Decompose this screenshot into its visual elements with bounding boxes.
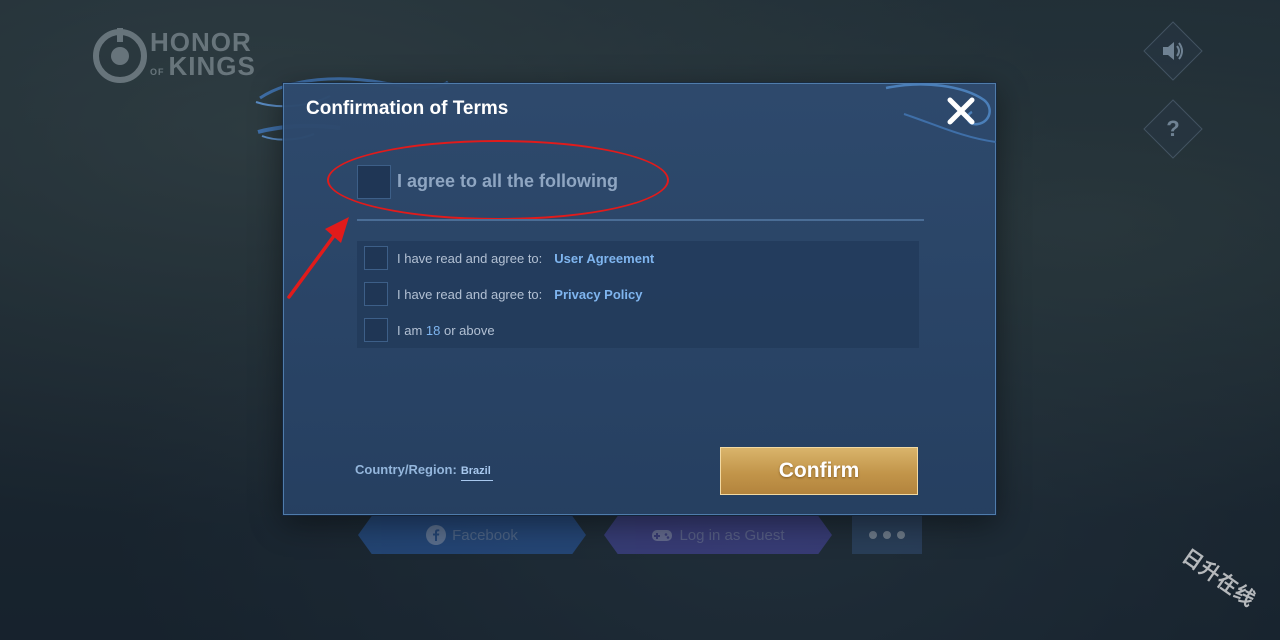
- logo-text: HONOR OF KINGS: [150, 29, 256, 84]
- more-dot: [869, 531, 877, 539]
- user-agreement-checkbox[interactable]: [364, 246, 388, 270]
- term-row-privacy-policy: I have read and agree to: Privacy Policy: [357, 281, 642, 307]
- confirm-label: Confirm: [778, 459, 860, 482]
- close-icon: [947, 97, 975, 125]
- facebook-label: Facebook: [452, 526, 518, 544]
- more-options-button[interactable]: [852, 516, 922, 554]
- close-button[interactable]: [944, 94, 978, 128]
- user-agreement-link[interactable]: User Agreement: [554, 251, 654, 266]
- age-number: 18: [425, 322, 441, 338]
- more-dot: [897, 531, 905, 539]
- terms-dialog: Confirmation of Terms I agree to all the…: [283, 83, 997, 515]
- term-row-age: I am 18 or above: [357, 317, 495, 343]
- dialog-swirl-right-ornament: [885, 83, 997, 143]
- term-prefix: I have read and agree to:: [397, 250, 543, 266]
- terms-list: I have read and agree to: User Agreement…: [357, 241, 919, 348]
- term-row-user-agreement: I have read and agree to: User Agreement: [357, 245, 654, 271]
- guest-label: Log in as Guest: [679, 526, 785, 544]
- privacy-policy-link[interactable]: Privacy Policy: [554, 287, 642, 302]
- logo-emblem-icon: [93, 28, 147, 83]
- age-checkbox[interactable]: [364, 318, 388, 342]
- red-arrow-annotation: [287, 217, 349, 299]
- gamepad-icon: [652, 530, 673, 541]
- logo-of: OF: [150, 67, 165, 77]
- speaker-icon: [1163, 42, 1183, 60]
- facebook-login-button[interactable]: Facebook: [358, 516, 586, 554]
- logo-line2: KINGS: [168, 51, 256, 81]
- facebook-icon: [426, 525, 447, 545]
- country-label: Country/Region:: [355, 462, 457, 477]
- dialog-title: Confirmation of Terms: [306, 98, 509, 119]
- privacy-policy-checkbox[interactable]: [364, 282, 388, 306]
- confirm-button[interactable]: Confirm: [720, 447, 918, 495]
- country-selector[interactable]: Brazil: [460, 465, 493, 481]
- guest-login-button[interactable]: Log in as Guest: [604, 516, 832, 554]
- term-prefix: I have read and agree to:: [397, 286, 543, 302]
- age-after: or above: [440, 322, 495, 338]
- more-dot: [883, 531, 891, 539]
- game-logo: HONOR OF KINGS: [92, 28, 267, 84]
- age-before: I am: [397, 322, 426, 338]
- red-highlight-annotation: [327, 140, 669, 220]
- divider: [357, 219, 924, 221]
- question-icon: ?: [1166, 116, 1180, 141]
- country-region: Country/Region: Brazil: [355, 462, 493, 481]
- age-term-text: I am 18 or above: [397, 323, 495, 338]
